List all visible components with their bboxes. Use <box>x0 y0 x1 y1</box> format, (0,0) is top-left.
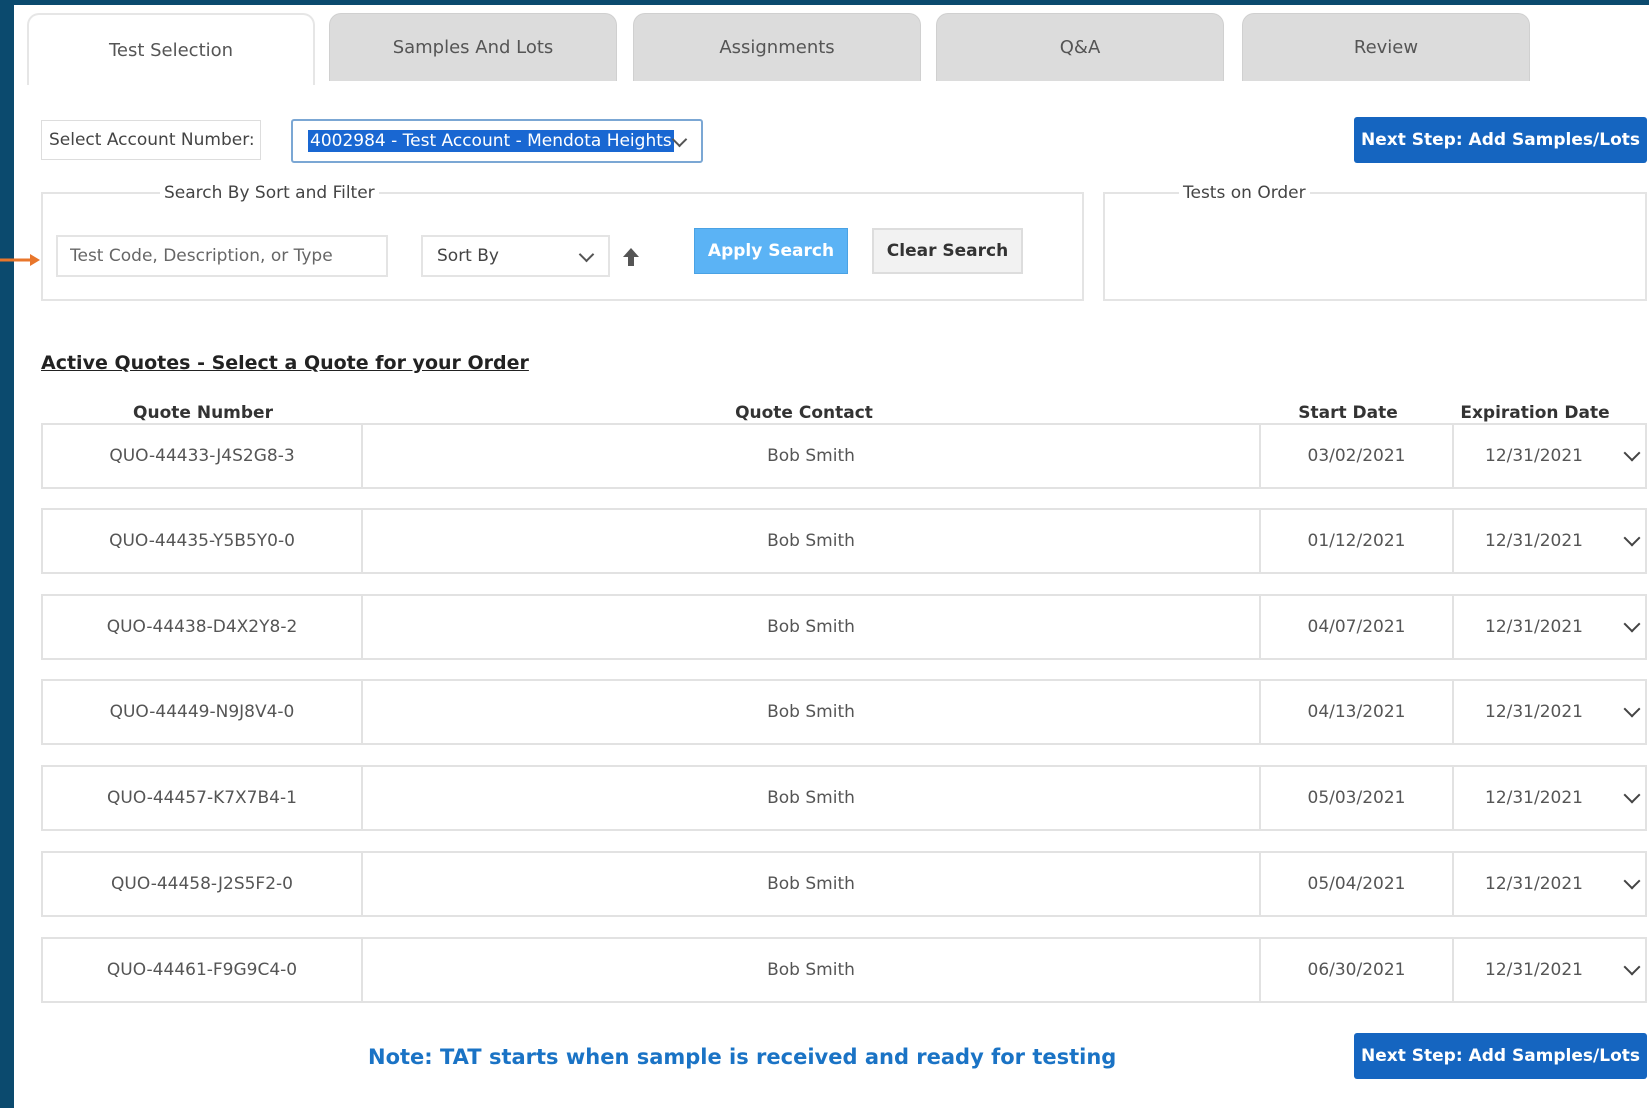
quote-row[interactable]: QUO-44449-N9J8V4-0 Bob Smith 04/13/2021 … <box>41 679 1647 745</box>
tat-note: Note: TAT starts when sample is received… <box>368 1045 1117 1069</box>
expand-row-chevron-down-icon[interactable] <box>1621 510 1643 572</box>
quote-start-date: 01/12/2021 <box>1261 510 1454 572</box>
quote-number: QUO-44449-N9J8V4-0 <box>43 681 363 743</box>
next-step-button-top[interactable]: Next Step: Add Samples/Lots <box>1354 117 1647 163</box>
header-expiration-date: Expiration Date <box>1460 403 1610 423</box>
header-start-date: Start Date <box>1298 403 1398 423</box>
quote-start-date: 03/02/2021 <box>1261 425 1454 487</box>
tab-review[interactable]: Review <box>1242 13 1530 81</box>
quote-row[interactable]: QUO-44435-Y5B5Y0-0 Bob Smith 01/12/2021 … <box>41 508 1647 574</box>
quote-number: QUO-44435-Y5B5Y0-0 <box>43 510 363 572</box>
chevron-down-icon <box>578 246 595 263</box>
quote-contact: Bob Smith <box>363 425 1261 487</box>
quote-expiration-date: 12/31/2021 <box>1485 446 1583 466</box>
chevron-down-icon <box>671 131 688 148</box>
tab-qa[interactable]: Q&A <box>936 13 1224 81</box>
quote-expiration-date: 12/31/2021 <box>1485 531 1583 551</box>
header-quote-number: Quote Number <box>133 403 273 423</box>
quote-number: QUO-44458-J2S5F2-0 <box>43 853 363 915</box>
tab-assignments[interactable]: Assignments <box>633 13 921 81</box>
expand-row-chevron-down-icon[interactable] <box>1621 681 1643 743</box>
tests-on-order-group: Tests on Order <box>1103 183 1647 301</box>
quote-number: QUO-44433-J4S2G8-3 <box>43 425 363 487</box>
header-quote-contact: Quote Contact <box>735 403 873 423</box>
quote-contact: Bob Smith <box>363 510 1261 572</box>
quote-contact: Bob Smith <box>363 939 1261 1001</box>
quote-contact: Bob Smith <box>363 681 1261 743</box>
search-filter-legend: Search By Sort and Filter <box>164 183 375 203</box>
order-panel: Test Selection Samples And Lots Assignme… <box>14 5 1649 1108</box>
quote-start-date: 05/03/2021 <box>1261 767 1454 829</box>
quote-row[interactable]: QUO-44457-K7X7B4-1 Bob Smith 05/03/2021 … <box>41 765 1647 831</box>
sort-by-select[interactable]: Sort By <box>421 235 610 277</box>
quote-expiration-date: 12/31/2021 <box>1485 617 1583 637</box>
search-input[interactable] <box>56 235 388 277</box>
quote-row[interactable]: QUO-44433-J4S2G8-3 Bob Smith 03/02/2021 … <box>41 423 1647 489</box>
expand-row-chevron-down-icon[interactable] <box>1621 853 1643 915</box>
clear-search-button[interactable]: Clear Search <box>872 228 1023 274</box>
quote-row[interactable]: QUO-44458-J2S5F2-0 Bob Smith 05/04/2021 … <box>41 851 1647 917</box>
quote-expiration-date: 12/31/2021 <box>1485 960 1583 980</box>
account-number-value: 4002984 - Test Account - Mendota Heights <box>308 130 674 152</box>
quote-contact: Bob Smith <box>363 596 1261 658</box>
quote-start-date: 06/30/2021 <box>1261 939 1454 1001</box>
quote-contact: Bob Smith <box>363 853 1261 915</box>
quote-start-date: 04/07/2021 <box>1261 596 1454 658</box>
quote-start-date: 05/04/2021 <box>1261 853 1454 915</box>
quote-contact: Bob Smith <box>363 767 1261 829</box>
quote-row[interactable]: QUO-44461-F9G9C4-0 Bob Smith 06/30/2021 … <box>41 937 1647 1003</box>
tab-test-selection[interactable]: Test Selection <box>27 13 315 85</box>
quote-expiration-date: 12/31/2021 <box>1485 788 1583 808</box>
expand-row-chevron-down-icon[interactable] <box>1621 596 1643 658</box>
account-number-label: Select Account Number: <box>41 120 261 160</box>
quote-expiration-date: 12/31/2021 <box>1485 874 1583 894</box>
quote-number: QUO-44461-F9G9C4-0 <box>43 939 363 1001</box>
arrow-right-icon <box>0 254 40 266</box>
next-step-button-bottom[interactable]: Next Step: Add Samples/Lots <box>1354 1033 1647 1079</box>
active-quotes-title: Active Quotes - Select a Quote for your … <box>41 352 529 374</box>
apply-search-button[interactable]: Apply Search <box>694 228 848 274</box>
arrow-up-icon[interactable] <box>621 245 641 269</box>
quote-start-date: 04/13/2021 <box>1261 681 1454 743</box>
tests-on-order-legend: Tests on Order <box>1183 183 1306 203</box>
quote-number: QUO-44438-D4X2Y8-2 <box>43 596 363 658</box>
account-number-select[interactable]: 4002984 - Test Account - Mendota Heights <box>291 119 703 163</box>
tab-samples-and-lots[interactable]: Samples And Lots <box>329 13 617 81</box>
quote-row[interactable]: QUO-44438-D4X2Y8-2 Bob Smith 04/07/2021 … <box>41 594 1647 660</box>
sort-by-label: Sort By <box>437 246 499 266</box>
expand-row-chevron-down-icon[interactable] <box>1621 425 1643 487</box>
expand-row-chevron-down-icon[interactable] <box>1621 767 1643 829</box>
quote-expiration-date: 12/31/2021 <box>1485 702 1583 722</box>
expand-row-chevron-down-icon[interactable] <box>1621 939 1643 1001</box>
quote-number: QUO-44457-K7X7B4-1 <box>43 767 363 829</box>
